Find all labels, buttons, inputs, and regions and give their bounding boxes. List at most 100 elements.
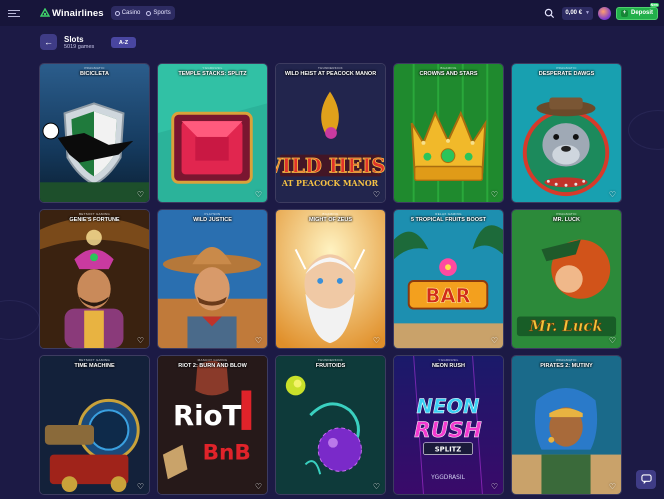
game-title: BICICLETA bbox=[80, 71, 109, 77]
game-card[interactable]: PRAGMATIC BICICLETA ♡ bbox=[39, 63, 150, 203]
game-thumbnail bbox=[276, 210, 385, 348]
game-thumbnail: BAR bbox=[394, 210, 503, 348]
heart-icon[interactable]: ♡ bbox=[608, 482, 617, 491]
game-provider: MASCOT GAMING bbox=[197, 358, 228, 362]
brand-logo[interactable]: Winairlines bbox=[40, 8, 104, 19]
casino-icon bbox=[114, 10, 120, 16]
game-thumbnail bbox=[40, 356, 149, 494]
game-thumbnail bbox=[276, 356, 385, 494]
back-button[interactable]: ← bbox=[40, 34, 57, 50]
art-riot-text: RioT bbox=[173, 400, 241, 432]
game-provider: BGAMING bbox=[440, 66, 457, 70]
art-yggdrasil-text: YGGDRASIL bbox=[430, 475, 466, 481]
art-title-line2: AT PEACOCK MANOR bbox=[281, 179, 379, 188]
game-provider: THUNDERKICK bbox=[318, 66, 343, 70]
game-title: 5 TROPICAL FRUITS BOOST bbox=[410, 217, 487, 223]
game-title: PIRATES 2: MUTINY bbox=[540, 363, 593, 369]
nav-casino[interactable]: Casino bbox=[114, 10, 141, 16]
heart-icon[interactable]: ♡ bbox=[372, 336, 381, 345]
avatar[interactable] bbox=[597, 6, 611, 20]
game-provider: PRAGMATIC bbox=[556, 358, 577, 362]
art-neon-line1: NEON bbox=[417, 395, 480, 418]
nav-sports[interactable]: Sports bbox=[146, 10, 171, 16]
background-cloud-decoration bbox=[0, 300, 40, 340]
heart-icon[interactable]: ♡ bbox=[372, 482, 381, 491]
menu-icon[interactable] bbox=[8, 9, 20, 17]
top-bar: Winairlines Casino Sports 0,00 € ▼ + Dep… bbox=[0, 0, 664, 26]
game-card[interactable]: THUNDERKICK FRUITOIDS ♡ bbox=[275, 355, 386, 495]
game-thumbnail: Mr. Luck bbox=[512, 210, 621, 348]
game-card[interactable]: WILD HEIST AT PEACOCK MANOR THUNDERKICK … bbox=[275, 63, 386, 203]
heart-icon[interactable]: ♡ bbox=[136, 482, 145, 491]
new-badge: New bbox=[649, 2, 659, 7]
heart-icon[interactable]: ♡ bbox=[136, 336, 145, 345]
logo-icon bbox=[40, 8, 50, 17]
game-card[interactable]: PRAGMATIC PIRATES 2: MUTINY ♡ bbox=[511, 355, 622, 495]
heart-icon[interactable]: ♡ bbox=[608, 336, 617, 345]
game-card[interactable]: BGAMING MIGHT OF ZEUS ♡ bbox=[275, 209, 386, 349]
game-title: CROWNS AND STARS bbox=[419, 71, 478, 77]
game-provider: THUNDERKICK bbox=[318, 358, 343, 362]
heart-icon[interactable]: ♡ bbox=[254, 336, 263, 345]
game-card[interactable]: NEON RUSH SPLITZ YGGDRASIL YGGDRASIL NEO… bbox=[393, 355, 504, 495]
chevron-down-icon: ▼ bbox=[585, 10, 590, 16]
background-cloud-decoration bbox=[628, 110, 664, 150]
game-provider: PRAGMATIC bbox=[556, 66, 577, 70]
game-title: RIOT 2: BURN AND BLOW bbox=[178, 363, 247, 369]
game-card[interactable]: BETSOFT GAMING TIME MACHINE ♡ bbox=[39, 355, 150, 495]
game-thumbnail bbox=[512, 64, 621, 202]
heart-icon[interactable]: ♡ bbox=[136, 190, 145, 199]
art-bnb-text: BnB bbox=[203, 440, 251, 465]
nav-casino-label: Casino bbox=[121, 10, 141, 16]
heart-icon[interactable]: ♡ bbox=[608, 190, 617, 199]
heart-icon[interactable]: ♡ bbox=[372, 190, 381, 199]
game-provider: RELAX GAMING bbox=[435, 212, 462, 216]
search-icon[interactable] bbox=[544, 8, 555, 19]
game-thumbnail: WILD HEIST AT PEACOCK MANOR bbox=[276, 64, 385, 202]
balance-amount: 0,00 € bbox=[565, 10, 583, 16]
game-provider: YGGDRASIL bbox=[438, 358, 459, 362]
games-count: 5019 games bbox=[64, 44, 95, 50]
art-bar-text: BAR bbox=[425, 285, 470, 308]
game-card[interactable]: YGGDRASIL TEMPLE STACKS: SPLITZ ♡ bbox=[157, 63, 268, 203]
game-provider: PRAGMATIC bbox=[84, 66, 105, 70]
deposit-label: Deposit bbox=[630, 10, 653, 16]
heart-icon[interactable]: ♡ bbox=[490, 482, 499, 491]
heart-icon[interactable]: ♡ bbox=[254, 482, 263, 491]
art-splitz-text: SPLITZ bbox=[435, 446, 462, 454]
brand-name: Winairlines bbox=[52, 7, 104, 19]
game-title: MIGHT OF ZEUS bbox=[308, 217, 353, 223]
game-title: TEMPLE STACKS: SPLITZ bbox=[178, 71, 247, 77]
game-title: WILD JUSTICE bbox=[193, 217, 232, 223]
game-card[interactable]: Mr. Luck PRAGMATIC MR. LUCK ♡ bbox=[511, 209, 622, 349]
balance-selector[interactable]: 0,00 € ▼ bbox=[562, 6, 593, 20]
heart-icon[interactable]: ♡ bbox=[490, 190, 499, 199]
game-thumbnail bbox=[512, 356, 621, 494]
game-thumbnail bbox=[40, 210, 149, 348]
heart-icon[interactable]: ♡ bbox=[254, 190, 263, 199]
sort-button[interactable]: A-Z bbox=[111, 37, 136, 48]
game-title: NEON RUSH bbox=[431, 363, 465, 369]
deposit-button[interactable]: + Deposit New bbox=[615, 2, 659, 20]
product-switcher: Casino Sports bbox=[110, 6, 175, 20]
chat-button[interactable] bbox=[636, 470, 656, 489]
game-card[interactable]: PLAYSON WILD JUSTICE ♡ bbox=[157, 209, 268, 349]
game-provider: PRAGMATIC bbox=[556, 212, 577, 216]
game-provider: YGGDRASIL bbox=[202, 66, 223, 70]
chat-icon bbox=[640, 474, 652, 485]
game-thumbnail: RioT BnB bbox=[158, 356, 267, 494]
game-card[interactable]: BGAMING CROWNS AND STARS ♡ bbox=[393, 63, 504, 203]
game-thumbnail bbox=[158, 64, 267, 202]
game-card[interactable]: PRAGMATIC DESPERATE DAWGS ♡ bbox=[511, 63, 622, 203]
heart-icon[interactable]: ♡ bbox=[490, 336, 499, 345]
game-card[interactable]: BETSOFT GAMING GENIE'S FORTUNE ♡ bbox=[39, 209, 150, 349]
game-thumbnail bbox=[40, 64, 149, 202]
art-neon-line2: RUSH bbox=[414, 418, 482, 443]
game-card[interactable]: BAR RELAX GAMING 5 TROPICAL FRUITS BOOST… bbox=[393, 209, 504, 349]
game-card[interactable]: RioT BnB MASCOT GAMING RIOT 2: BURN AND … bbox=[157, 355, 268, 495]
arrow-left-icon: ← bbox=[44, 37, 53, 47]
sports-icon bbox=[146, 10, 152, 16]
game-thumbnail: NEON RUSH SPLITZ YGGDRASIL bbox=[394, 356, 503, 494]
game-title: MR. LUCK bbox=[553, 217, 580, 223]
game-title: DESPERATE DAWGS bbox=[538, 71, 595, 77]
